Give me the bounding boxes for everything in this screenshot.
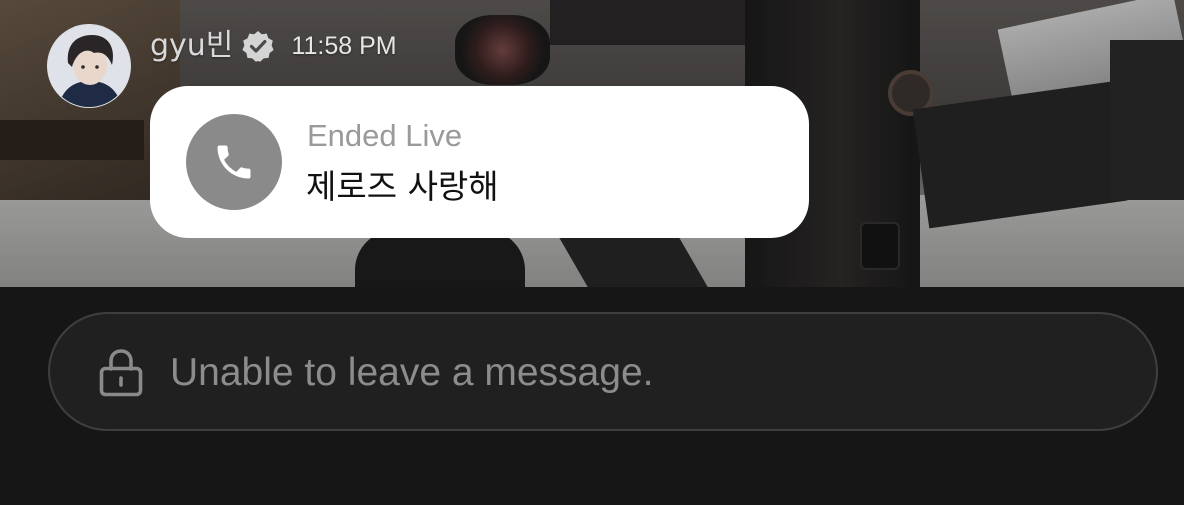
timestamp: 11:58 PM [291,32,397,60]
verified-badge-icon [242,31,275,62]
message-input-bar[interactable]: Unable to leave a message. [48,312,1158,431]
live-title: 제로즈 사랑해 [306,167,499,206]
ended-live-label: Ended Live [307,118,463,153]
ended-live-message[interactable]: Ended Live 제로즈 사랑해 [150,86,809,238]
username[interactable]: gyu빈 [150,26,233,66]
lock-icon [99,349,143,397]
call-icon-circle [186,114,282,210]
avatar-portrait [48,25,130,107]
avatar[interactable] [47,24,131,108]
message-header: gyu빈 11:58 PM [150,26,397,66]
phone-icon [217,145,251,179]
disabled-input-placeholder: Unable to leave a message. [170,351,654,394]
